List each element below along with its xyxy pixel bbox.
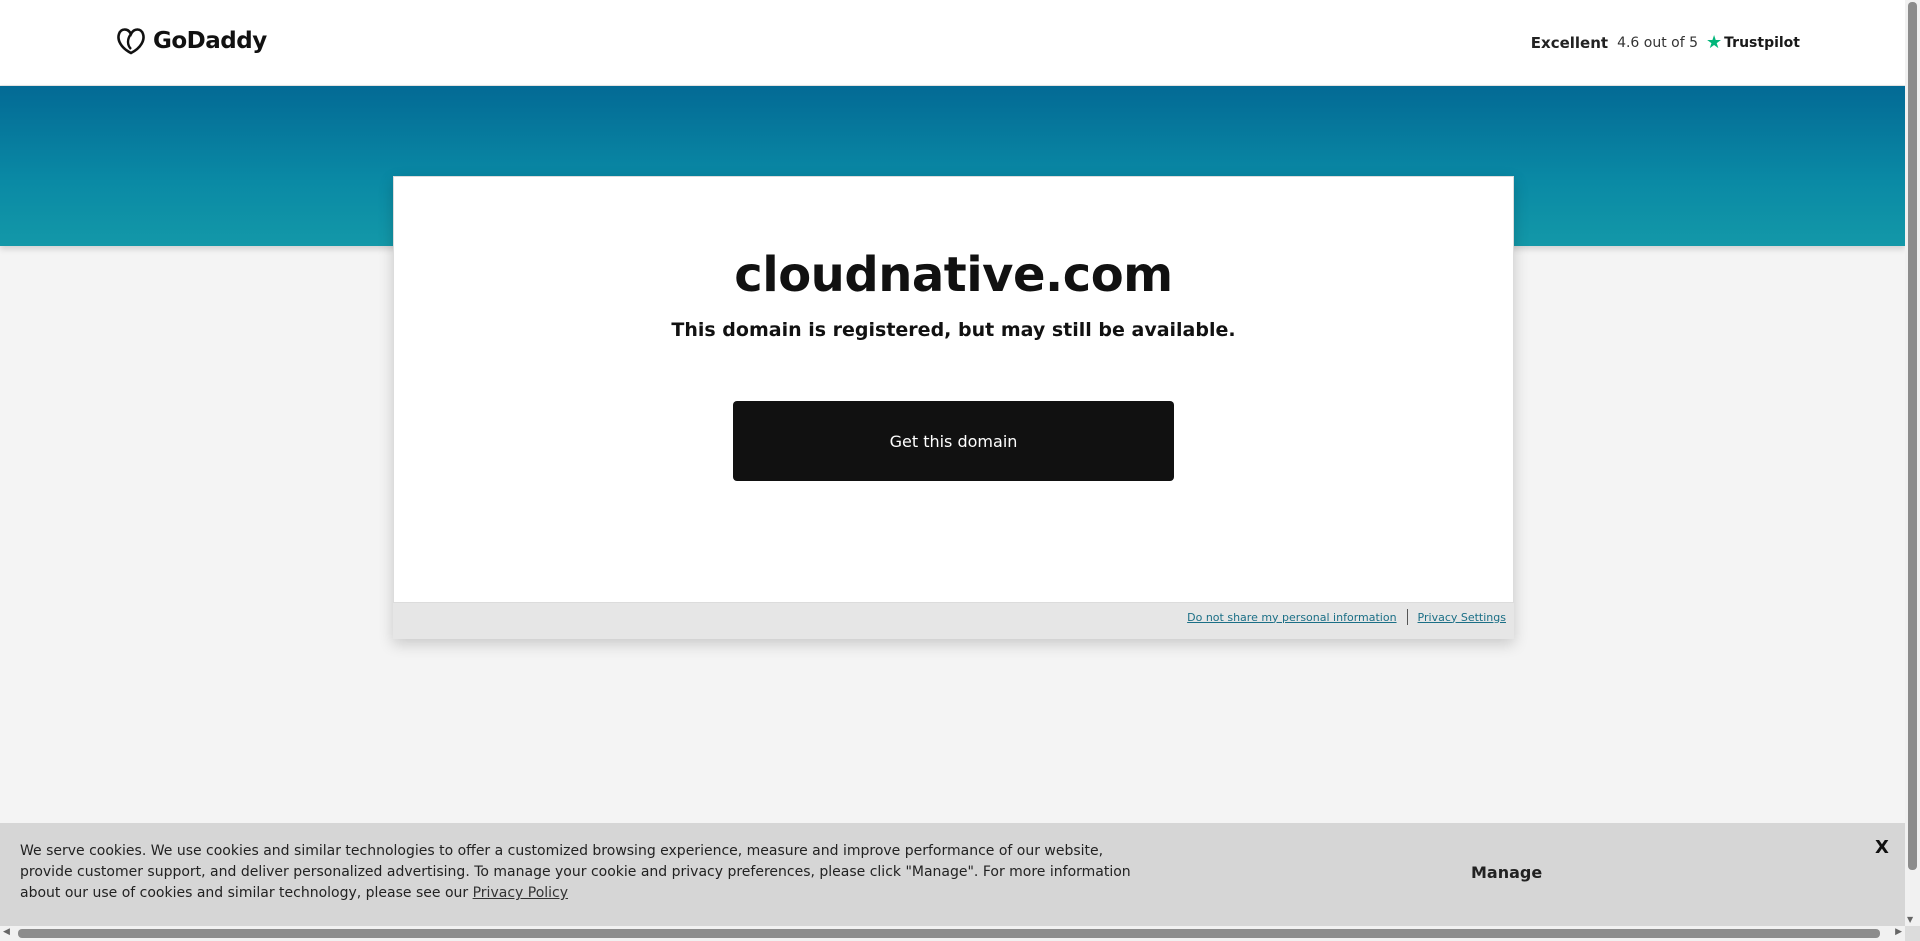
horizontal-scrollbar[interactable]: ◀ ▶	[0, 926, 1905, 941]
vertical-scrollbar[interactable]: ▼	[1905, 0, 1920, 926]
scrollbar-corner	[1905, 926, 1920, 941]
scroll-down-arrow-icon[interactable]: ▼	[1907, 915, 1913, 924]
vertical-scroll-thumb[interactable]	[1908, 2, 1917, 870]
cookie-message: We serve cookies. We use cookies and sim…	[20, 841, 1140, 904]
scroll-left-arrow-icon[interactable]: ◀	[3, 927, 10, 937]
domain-name: cloudnative.com	[734, 247, 1173, 303]
scroll-right-arrow-icon[interactable]: ▶	[1895, 927, 1902, 937]
privacy-policy-link[interactable]: Privacy Policy	[473, 885, 568, 901]
cookie-text: We serve cookies. We use cookies and sim…	[20, 843, 1131, 901]
trustpilot-wordmark: Trustpilot	[1724, 34, 1800, 51]
star-icon: ★	[1706, 32, 1723, 53]
domain-card-wrapper: cloudnative.com This domain is registere…	[393, 176, 1514, 639]
godaddy-logo-icon	[117, 28, 145, 55]
horizontal-scroll-thumb[interactable]	[18, 929, 1880, 938]
privacy-settings-link[interactable]: Privacy Settings	[1418, 611, 1506, 624]
link-divider	[1406, 609, 1408, 625]
privacy-links: Do not share my personal information Pri…	[1187, 609, 1506, 625]
godaddy-logo[interactable]: GoDaddy	[115, 26, 267, 56]
close-cookie-button[interactable]: X	[1875, 837, 1889, 858]
cookie-banner: We serve cookies. We use cookies and sim…	[0, 823, 1905, 926]
domain-card: cloudnative.com This domain is registere…	[393, 176, 1514, 603]
domain-status: This domain is registered, but may still…	[671, 319, 1236, 341]
do-not-share-link[interactable]: Do not share my personal information	[1187, 611, 1396, 624]
brand-name: GoDaddy	[153, 28, 267, 54]
trust-rating: 4.6 out of 5	[1617, 34, 1699, 51]
site-header: GoDaddy Excellent 4.6 out of 5 ★ Trustpi…	[0, 0, 1905, 86]
trustpilot-rating[interactable]: Excellent 4.6 out of 5 ★ Trustpilot	[1531, 32, 1800, 53]
get-domain-button[interactable]: Get this domain	[733, 401, 1174, 481]
manage-cookies-button[interactable]: Manage	[1471, 863, 1542, 882]
trust-label: Excellent	[1530, 33, 1609, 52]
